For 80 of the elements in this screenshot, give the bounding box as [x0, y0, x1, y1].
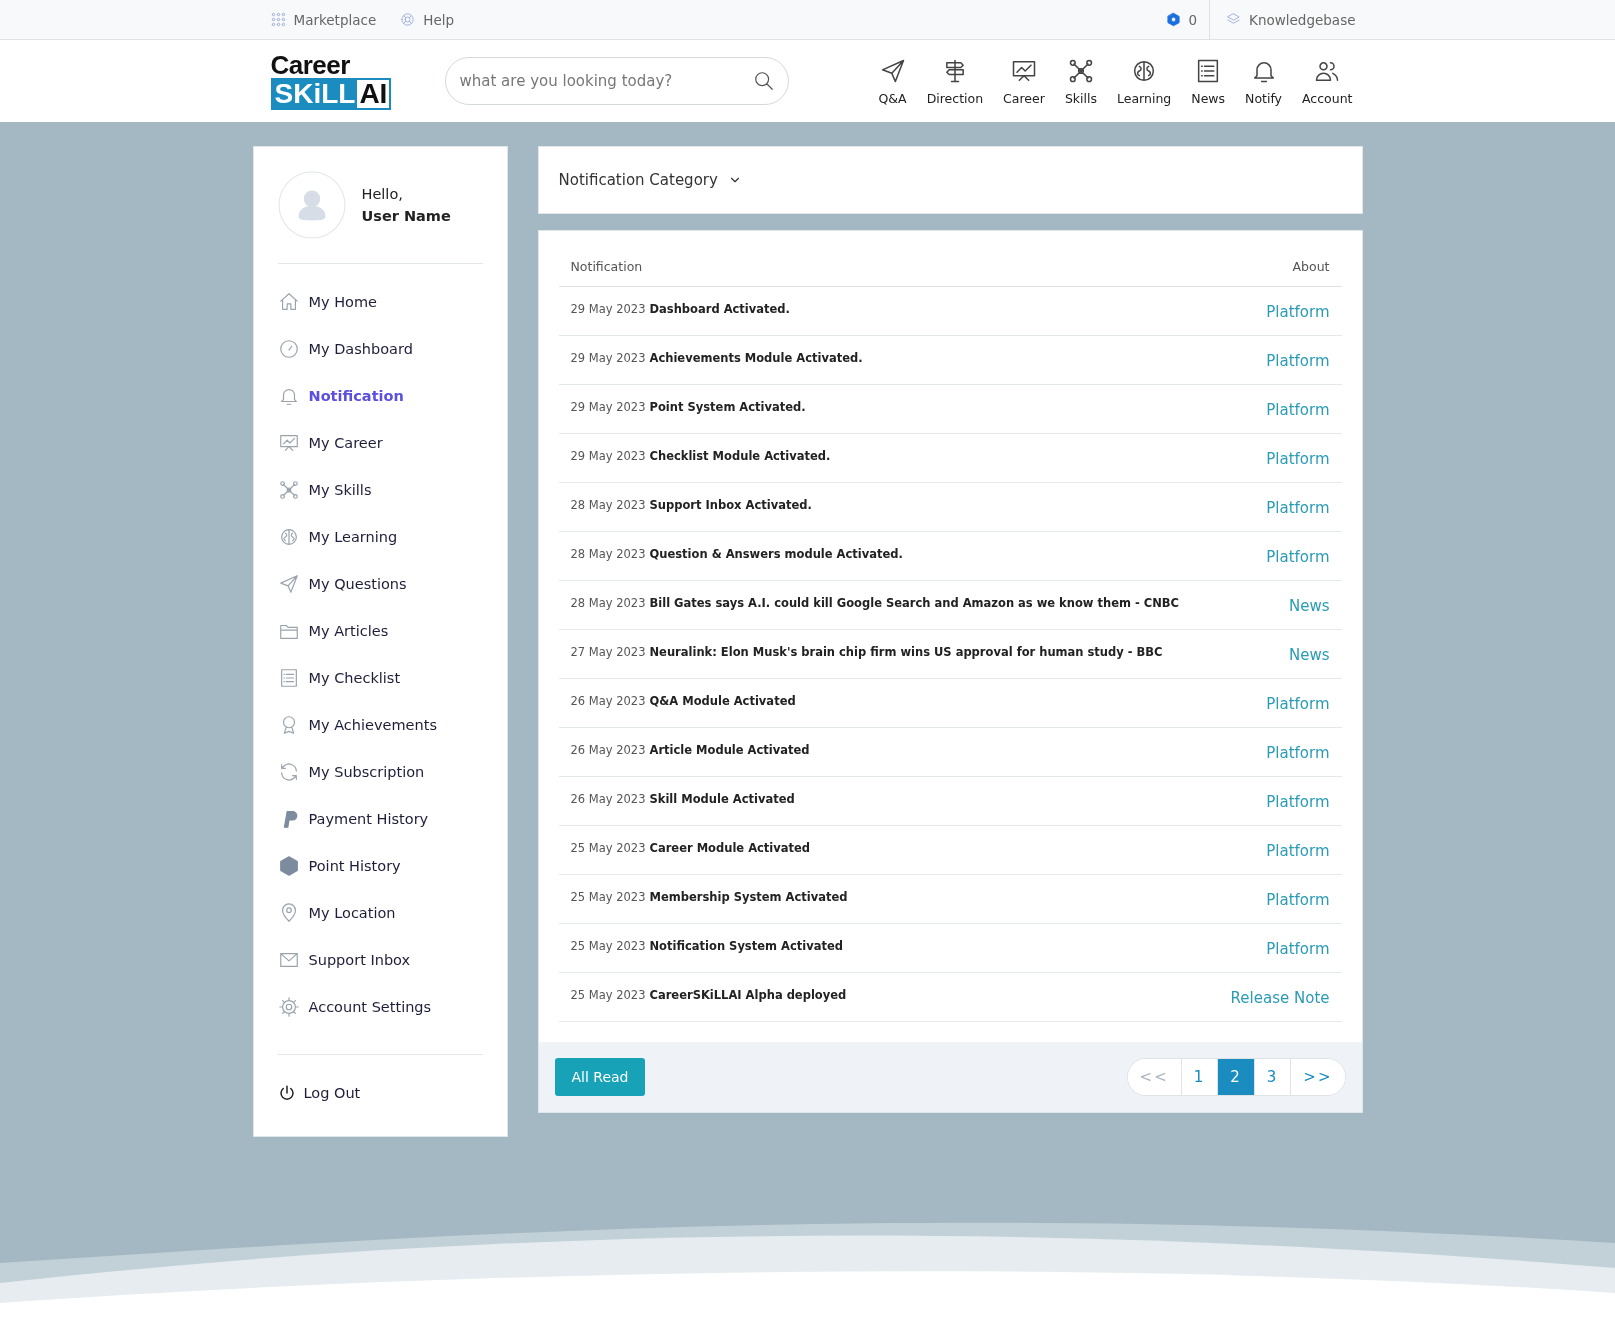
nav-item[interactable]: Account	[1292, 56, 1363, 106]
column-header: Notification	[570, 259, 643, 274]
notification-date: 25 May 2023	[570, 840, 646, 855]
notification-text: Career Module Activated	[649, 840, 811, 855]
notification-text: Q&A Module Activated	[649, 693, 796, 708]
category-dropdown[interactable]: Notification Category	[558, 171, 742, 189]
notification-date: 26 May 2023	[570, 693, 646, 708]
greeting-text: Hello,	[361, 186, 404, 202]
nav-item[interactable]: Direction	[916, 56, 994, 106]
notification-date: 28 May 2023	[570, 546, 646, 561]
hexagon-icon	[1165, 12, 1181, 27]
notification-text: Checklist Module Activated.	[649, 448, 831, 463]
gear-icon	[277, 995, 300, 1018]
top-link[interactable]: Help	[400, 11, 454, 28]
nav-item[interactable]: Skills	[1054, 56, 1107, 106]
sidebar-item[interactable]: My Location	[277, 889, 483, 936]
notification-date: 28 May 2023	[570, 497, 646, 512]
hexagon-icon	[277, 854, 300, 877]
notification-text: CareerSKiLLAI Alpha deployed	[649, 987, 847, 1002]
network-icon	[277, 478, 300, 501]
column-header: About	[1292, 259, 1330, 274]
sidebar-item[interactable]: Notification	[277, 372, 483, 419]
notification-text: Skill Module Activated	[649, 791, 795, 806]
notification-text: Bill Gates says A.I. could kill Google Search and Amazon as we know them - CNBC	[649, 595, 1179, 610]
notification-text: Notification System Activated	[649, 938, 843, 953]
avatar-placeholder	[277, 171, 346, 239]
notification-date: 25 May 2023	[570, 987, 646, 1002]
notification-text: Achievements Module Activated.	[649, 350, 863, 365]
sidebar-item[interactable]: My Career	[277, 419, 483, 466]
search-icon	[752, 70, 775, 92]
notification-date: 26 May 2023	[570, 742, 646, 757]
nav-item[interactable]: News	[1181, 56, 1236, 106]
paper-plane-icon	[277, 572, 300, 595]
top-link[interactable]: Marketplace	[270, 11, 377, 28]
sidebar-item[interactable]: My Achievements	[277, 701, 483, 748]
sidebar-item[interactable]: Point History	[277, 842, 483, 889]
notification-text: Point System Activated.	[649, 399, 806, 414]
notification-date: 29 May 2023	[570, 399, 646, 414]
house-icon	[277, 290, 300, 313]
notification-text: Neuralink: Elon Musk's brain chip firm wins US approval for human study - BBC	[649, 644, 1163, 659]
notification-date: 25 May 2023	[570, 938, 646, 953]
notification-date: 25 May 2023	[570, 889, 646, 904]
notification-text: Article Module Activated	[649, 742, 810, 757]
nav-item[interactable]: Q&A	[868, 56, 917, 106]
nav-item[interactable]: Learning	[1107, 56, 1182, 106]
page-button[interactable]: >>	[1290, 1059, 1345, 1095]
notification-text: Membership System Activated	[649, 889, 848, 904]
notification-date: 26 May 2023	[570, 791, 646, 806]
points-count: 0	[1188, 11, 1198, 28]
sidebar-item[interactable]: My Checklist	[277, 654, 483, 701]
notification-date: 27 May 2023	[570, 644, 646, 659]
nav-item[interactable]: Career	[993, 56, 1055, 106]
notification-text: Dashboard Activated.	[649, 301, 790, 316]
sidebar-item[interactable]: My Questions	[277, 560, 483, 607]
grid-icon	[270, 12, 286, 27]
sidebar-item[interactable]: My Dashboard	[277, 325, 483, 372]
page-button[interactable]: 2	[1217, 1059, 1254, 1095]
user-name: User Name	[361, 208, 451, 224]
sidebar-item[interactable]: Account Settings	[277, 983, 483, 1030]
search-field[interactable]: what are you looking today?	[444, 57, 789, 105]
sidebar-item[interactable]: Support Inbox	[277, 936, 483, 983]
notification-date: 28 May 2023	[570, 595, 646, 610]
sidebar-item[interactable]: My Home	[277, 278, 483, 325]
sidebar-item[interactable]: My Skills	[277, 466, 483, 513]
layers-icon	[1226, 12, 1242, 27]
notification-date: 29 May 2023	[570, 301, 646, 316]
gauge-icon	[277, 337, 300, 360]
sidebar-item[interactable]: Payment History	[277, 795, 483, 842]
notification-date: 29 May 2023	[570, 350, 646, 365]
knowledgebase-link[interactable]: Knowledgebase	[1209, 0, 1356, 39]
notification-text: Question & Answers module Activated.	[649, 546, 903, 561]
lifebuoy-icon	[400, 12, 416, 27]
nav-item[interactable]: Notify	[1235, 56, 1292, 106]
power-icon	[277, 1083, 296, 1102]
notification-text: Support Inbox Activated.	[649, 497, 812, 512]
logout-link[interactable]: Log Out	[277, 1069, 483, 1116]
notification-date: 29 May 2023	[570, 448, 646, 463]
sidebar-item[interactable]: My Articles	[277, 607, 483, 654]
sidebar-item[interactable]: My Learning	[277, 513, 483, 560]
sidebar-item[interactable]: My Subscription	[277, 748, 483, 795]
